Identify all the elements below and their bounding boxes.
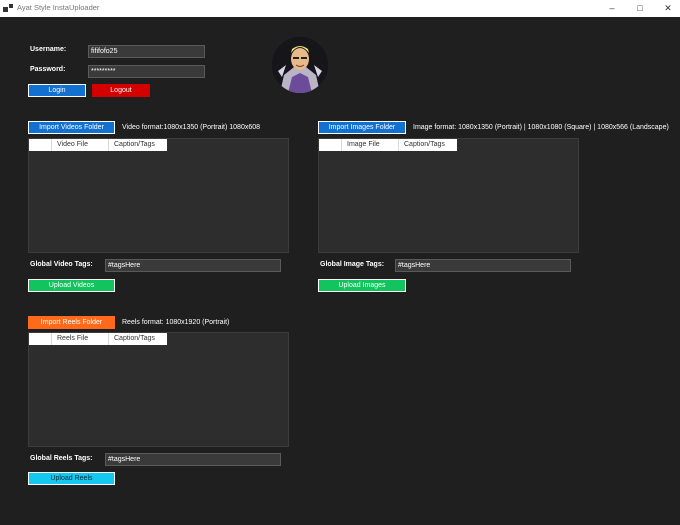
password-input[interactable]: ********* (88, 65, 205, 78)
username-input[interactable]: fififofo25 (88, 45, 205, 58)
login-button[interactable]: Login (28, 84, 86, 97)
import-reels-button[interactable]: Import Reels Folder (28, 316, 115, 329)
video-list[interactable]: Video File Caption/Tags (28, 138, 289, 253)
minimize-icon[interactable]: – (604, 2, 620, 14)
image-tags-label: Global Image Tags: (320, 261, 385, 268)
col-image-file[interactable]: Image File (342, 139, 399, 151)
image-tags-input[interactable]: #tagsHere (395, 259, 571, 272)
col-reels-file[interactable]: Reels File (52, 333, 109, 345)
maximize-icon[interactable]: □ (632, 2, 648, 14)
col-reels-caption[interactable]: Caption/Tags (109, 333, 167, 345)
image-list-header: Image File Caption/Tags (319, 139, 457, 151)
upload-images-button[interactable]: Upload Images (318, 279, 406, 292)
image-format-text: Image format: 1080x1350 (Portrait) | 108… (413, 124, 669, 131)
col-image-caption[interactable]: Caption/Tags (399, 139, 457, 151)
video-list-header: Video File Caption/Tags (29, 139, 167, 151)
username-label: Username: (30, 46, 67, 53)
password-label: Password: (30, 66, 66, 73)
reels-tags-label: Global Reels Tags: (30, 455, 93, 462)
reels-list-header: Reels File Caption/Tags (29, 333, 167, 345)
image-list[interactable]: Image File Caption/Tags (318, 138, 579, 253)
video-tags-input[interactable]: #tagsHere (105, 259, 281, 272)
col-video-file[interactable]: Video File (52, 139, 109, 151)
avatar (272, 37, 328, 93)
video-format-text: Video format:1080x1350 (Portrait) 1080x6… (122, 124, 261, 131)
import-images-button[interactable]: Import Images Folder (318, 121, 406, 134)
upload-reels-button[interactable]: Upload Reels (28, 472, 115, 485)
reels-tags-input[interactable]: #tagsHere (105, 453, 281, 466)
logout-button[interactable]: Logout (92, 84, 150, 97)
close-icon[interactable]: ✕ (660, 2, 676, 14)
title-bar: Ayat Style InstaUploader – □ ✕ (0, 0, 680, 17)
window-title: Ayat Style InstaUploader (17, 3, 100, 12)
upload-videos-button[interactable]: Upload Videos (28, 279, 115, 292)
reels-format-text: Reels format: 1080x1920 (Portrait) (122, 319, 230, 326)
col-video-caption[interactable]: Caption/Tags (109, 139, 167, 151)
video-tags-label: Global Video Tags: (30, 261, 93, 268)
reels-list[interactable]: Reels File Caption/Tags (28, 332, 289, 447)
import-videos-button[interactable]: Import Videos Folder (28, 121, 115, 134)
app-icon (3, 4, 13, 12)
